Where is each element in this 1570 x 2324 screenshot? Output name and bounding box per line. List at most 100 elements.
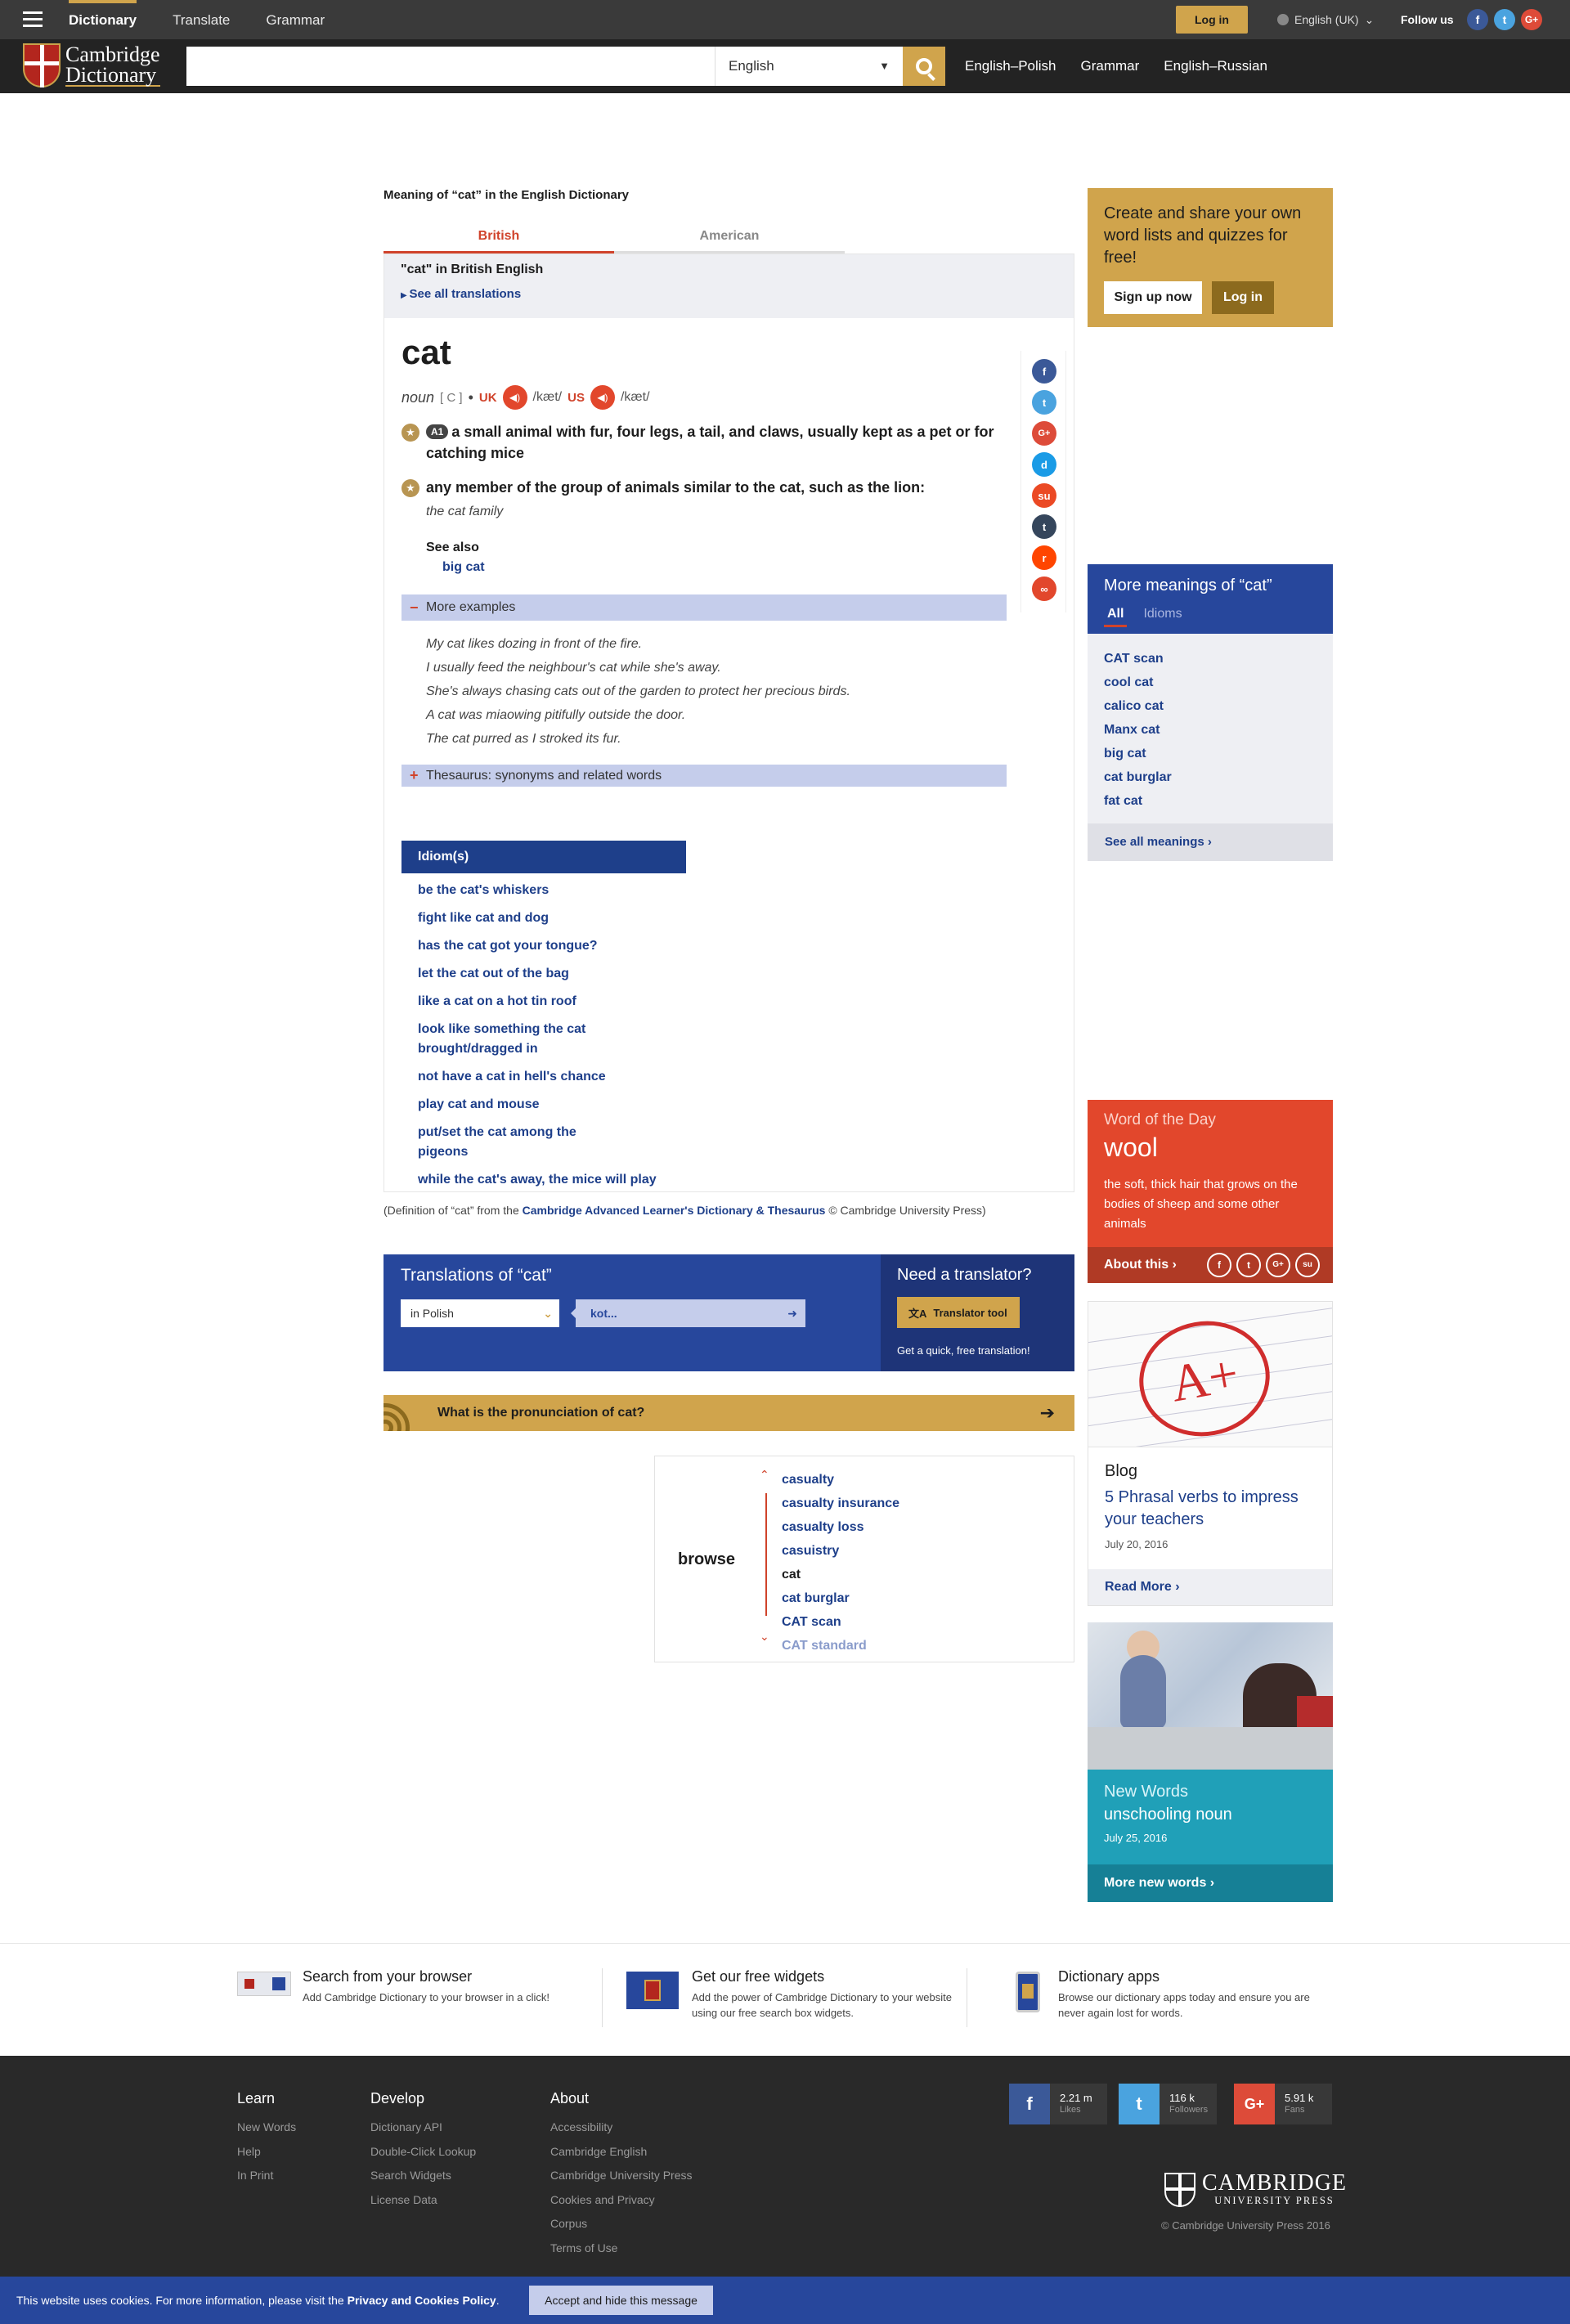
search-button[interactable]	[903, 47, 945, 86]
twitter-followers[interactable]: t 116 k Followers	[1119, 2084, 1217, 2124]
browse-item[interactable]: CAT standard	[782, 1634, 899, 1658]
new-words-image[interactable]	[1088, 1622, 1333, 1770]
nav-dictionary[interactable]: Dictionary	[69, 0, 137, 39]
idiom-link[interactable]: while the cat's away, the mice will play	[418, 1170, 657, 1190]
about-this-link[interactable]: About this ›	[1104, 1258, 1177, 1272]
tab-british[interactable]: British	[384, 226, 614, 253]
meaning-link[interactable]: cool cat	[1104, 671, 1317, 694]
read-more-link[interactable]: Read More ›	[1088, 1569, 1332, 1605]
idiom-link[interactable]: look like something the cat brought/drag…	[418, 1020, 614, 1059]
reddit-share-icon[interactable]: r	[1032, 545, 1056, 570]
us-audio-speaker-icon[interactable]: ◀)	[590, 385, 615, 410]
stumbleupon-icon[interactable]: su	[1295, 1253, 1320, 1277]
translation-result[interactable]: kot... ➜	[571, 1299, 805, 1327]
ui-language-select[interactable]: English (UK) ⌄	[1277, 0, 1374, 39]
see-all-translations-link[interactable]: ▶ See all translations	[401, 287, 1057, 301]
sign-up-button[interactable]: Sign up now	[1104, 281, 1202, 314]
blog-title[interactable]: 5 Phrasal verbs to impress your teachers	[1105, 1487, 1317, 1531]
link-english-polish[interactable]: English–Polish	[965, 39, 1056, 93]
search-input[interactable]	[186, 47, 715, 86]
idiom-link[interactable]: has the cat got your tongue?	[418, 936, 614, 956]
idiom-link[interactable]: not have a cat in hell's chance	[418, 1067, 614, 1087]
footer-link[interactable]: In Print	[237, 2164, 296, 2188]
browse-item[interactable]: CAT scan	[782, 1610, 899, 1634]
tumblr-share-icon[interactable]: t	[1032, 514, 1056, 539]
idiom-link[interactable]: put/set the cat among the pigeons	[418, 1123, 614, 1162]
translator-tool-button[interactable]: 文A Translator tool	[897, 1297, 1020, 1328]
footer-link[interactable]: Accessibility	[550, 2115, 693, 2140]
blog-image[interactable]: A+	[1088, 1302, 1332, 1447]
google-plus-fans[interactable]: G+ 5.91 k Fans	[1234, 2084, 1332, 2124]
translation-language-select[interactable]: in Polish ⌄	[401, 1299, 559, 1327]
search-dictionary-select[interactable]: English ▼	[715, 47, 903, 86]
link-share-icon[interactable]: ∞	[1032, 577, 1056, 601]
footer-link[interactable]: Dictionary API	[370, 2115, 476, 2140]
delicious-share-icon[interactable]: d	[1032, 452, 1056, 477]
login-button[interactable]: Log in	[1176, 6, 1248, 34]
footer-link[interactable]: Cookies and Privacy	[550, 2188, 693, 2213]
see-all-meanings-link[interactable]: See all meanings ›	[1088, 823, 1333, 861]
google-plus-share-icon[interactable]: G+	[1032, 421, 1056, 446]
footer-link[interactable]: Terms of Use	[550, 2237, 693, 2261]
tab-all[interactable]: All	[1104, 607, 1128, 627]
idiom-link[interactable]: fight like cat and dog	[418, 909, 614, 928]
source-link[interactable]: Cambridge Advanced Learner's Dictionary …	[523, 1204, 826, 1217]
browse-item[interactable]: casualty loss	[782, 1515, 899, 1539]
browse-item[interactable]: cat burglar	[782, 1586, 899, 1610]
footer-link[interactable]: Cambridge English	[550, 2140, 693, 2165]
more-examples-toggle[interactable]: − More examples	[401, 594, 1007, 621]
tab-idioms[interactable]: Idioms	[1143, 607, 1182, 627]
menu-icon[interactable]	[23, 11, 43, 28]
idiom-link[interactable]: like a cat on a hot tin roof	[418, 992, 614, 1012]
footer-link[interactable]: Search Widgets	[370, 2164, 476, 2188]
tab-american[interactable]: American	[614, 226, 845, 251]
link-grammar[interactable]: Grammar	[1081, 39, 1140, 93]
idiom-link[interactable]: let the cat out of the bag	[418, 964, 614, 984]
wotd-word[interactable]: wool	[1104, 1133, 1158, 1163]
browse-item[interactable]: casuistry	[782, 1539, 899, 1563]
nav-translate[interactable]: Translate	[173, 0, 230, 39]
twitter-share-icon[interactable]: t	[1032, 390, 1056, 415]
meaning-link[interactable]: Manx cat	[1104, 718, 1317, 742]
facebook-icon[interactable]: f	[1467, 9, 1488, 30]
pronunciation-bar[interactable]: What is the pronunciation of cat? ➔	[384, 1395, 1074, 1431]
footer-link[interactable]: Corpus	[550, 2212, 693, 2237]
idiom-link[interactable]: play cat and mouse	[418, 1095, 614, 1115]
cambridge-dictionary-logo[interactable]: Cambridge Dictionary	[23, 43, 160, 87]
meaning-link[interactable]: CAT scan	[1104, 647, 1317, 671]
nav-grammar[interactable]: Grammar	[266, 0, 325, 39]
twitter-icon[interactable]: t	[1236, 1253, 1261, 1277]
privacy-policy-link[interactable]: Privacy and Cookies Policy	[348, 2294, 496, 2307]
footer-link[interactable]: License Data	[370, 2188, 476, 2213]
chevron-up-icon[interactable]: ⌃	[760, 1468, 769, 1482]
star-icon[interactable]: ★	[401, 479, 419, 497]
footer-link[interactable]: Double-Click Lookup	[370, 2140, 476, 2165]
link-english-russian[interactable]: English–Russian	[1164, 39, 1267, 93]
footer-link[interactable]: Cambridge University Press	[550, 2164, 693, 2188]
accept-cookies-button[interactable]: Accept and hide this message	[529, 2286, 713, 2315]
meaning-link[interactable]: calico cat	[1104, 694, 1317, 718]
stumbleupon-share-icon[interactable]: su	[1032, 483, 1056, 508]
meaning-link[interactable]: fat cat	[1104, 789, 1317, 813]
meaning-link[interactable]: big cat	[1104, 742, 1317, 765]
uk-audio-speaker-icon[interactable]: ◀)	[502, 385, 527, 410]
thesaurus-toggle[interactable]: + Thesaurus: synonyms and related words	[401, 765, 1007, 787]
facebook-share-icon[interactable]: f	[1032, 359, 1056, 384]
more-new-words-link[interactable]: More new words ›	[1088, 1864, 1333, 1902]
footer-link[interactable]: Help	[237, 2140, 296, 2165]
facebook-icon[interactable]: f	[1207, 1253, 1231, 1277]
meaning-link[interactable]: cat burglar	[1104, 765, 1317, 789]
see-also-link[interactable]: big cat	[426, 560, 485, 575]
cta-login-button[interactable]: Log in	[1212, 281, 1274, 314]
twitter-icon[interactable]: t	[1494, 9, 1515, 30]
idiom-link[interactable]: be the cat's whiskers	[418, 881, 614, 900]
cambridge-university-press-logo[interactable]: CAMBRIDGE UNIVERSITY PRESS	[1164, 2172, 1347, 2207]
browse-item[interactable]: casualty insurance	[782, 1492, 899, 1515]
footer-link[interactable]: New Words	[237, 2115, 296, 2140]
google-plus-icon[interactable]: G+	[1521, 9, 1542, 30]
star-icon[interactable]: ★	[401, 424, 419, 442]
browse-item[interactable]: casualty	[782, 1468, 899, 1492]
new-word[interactable]: unschooling noun	[1104, 1806, 1232, 1824]
chevron-down-icon[interactable]: ⌄	[760, 1630, 769, 1644]
facebook-likes[interactable]: f 2.21 m Likes	[1009, 2084, 1107, 2124]
